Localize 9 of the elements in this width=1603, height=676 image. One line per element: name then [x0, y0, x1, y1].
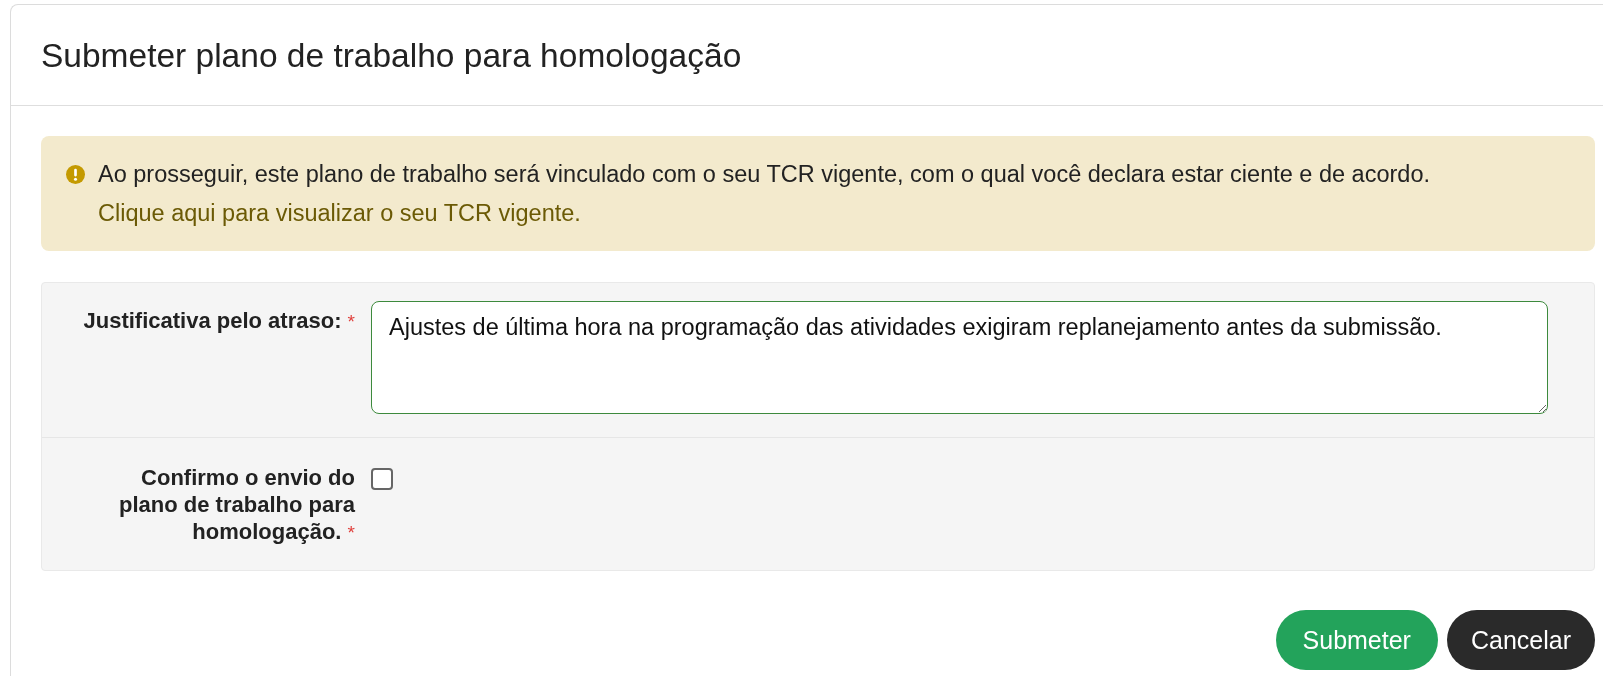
- field-label: Justificativa pelo atraso: *: [83, 307, 355, 335]
- modal-title: Submeter plano de trabalho para homologação: [41, 37, 742, 75]
- justification-textarea[interactable]: Ajustes de última hora na programação das atividades exigiram replanejamento antes da submissão.: [371, 301, 1548, 414]
- confirm-checkbox[interactable]: [371, 468, 393, 490]
- cancel-button[interactable]: Cancelar: [1446, 610, 1595, 670]
- field-label: Confirmo o envio do plano de trabalho para homologação. *: [118, 464, 355, 546]
- exclamation-icon: [66, 165, 85, 184]
- view-tcr-link[interactable]: Clique aqui para visualizar o seu TCR vigente.: [98, 200, 581, 226]
- alert-message: Ao prosseguir, este plano de trabalho será vinculado com o seu TCR vigente, com o qual você declara estar ciente e de acordo. Clique aqui para visualizar o seu TCR vigente.: [98, 160, 1431, 228]
